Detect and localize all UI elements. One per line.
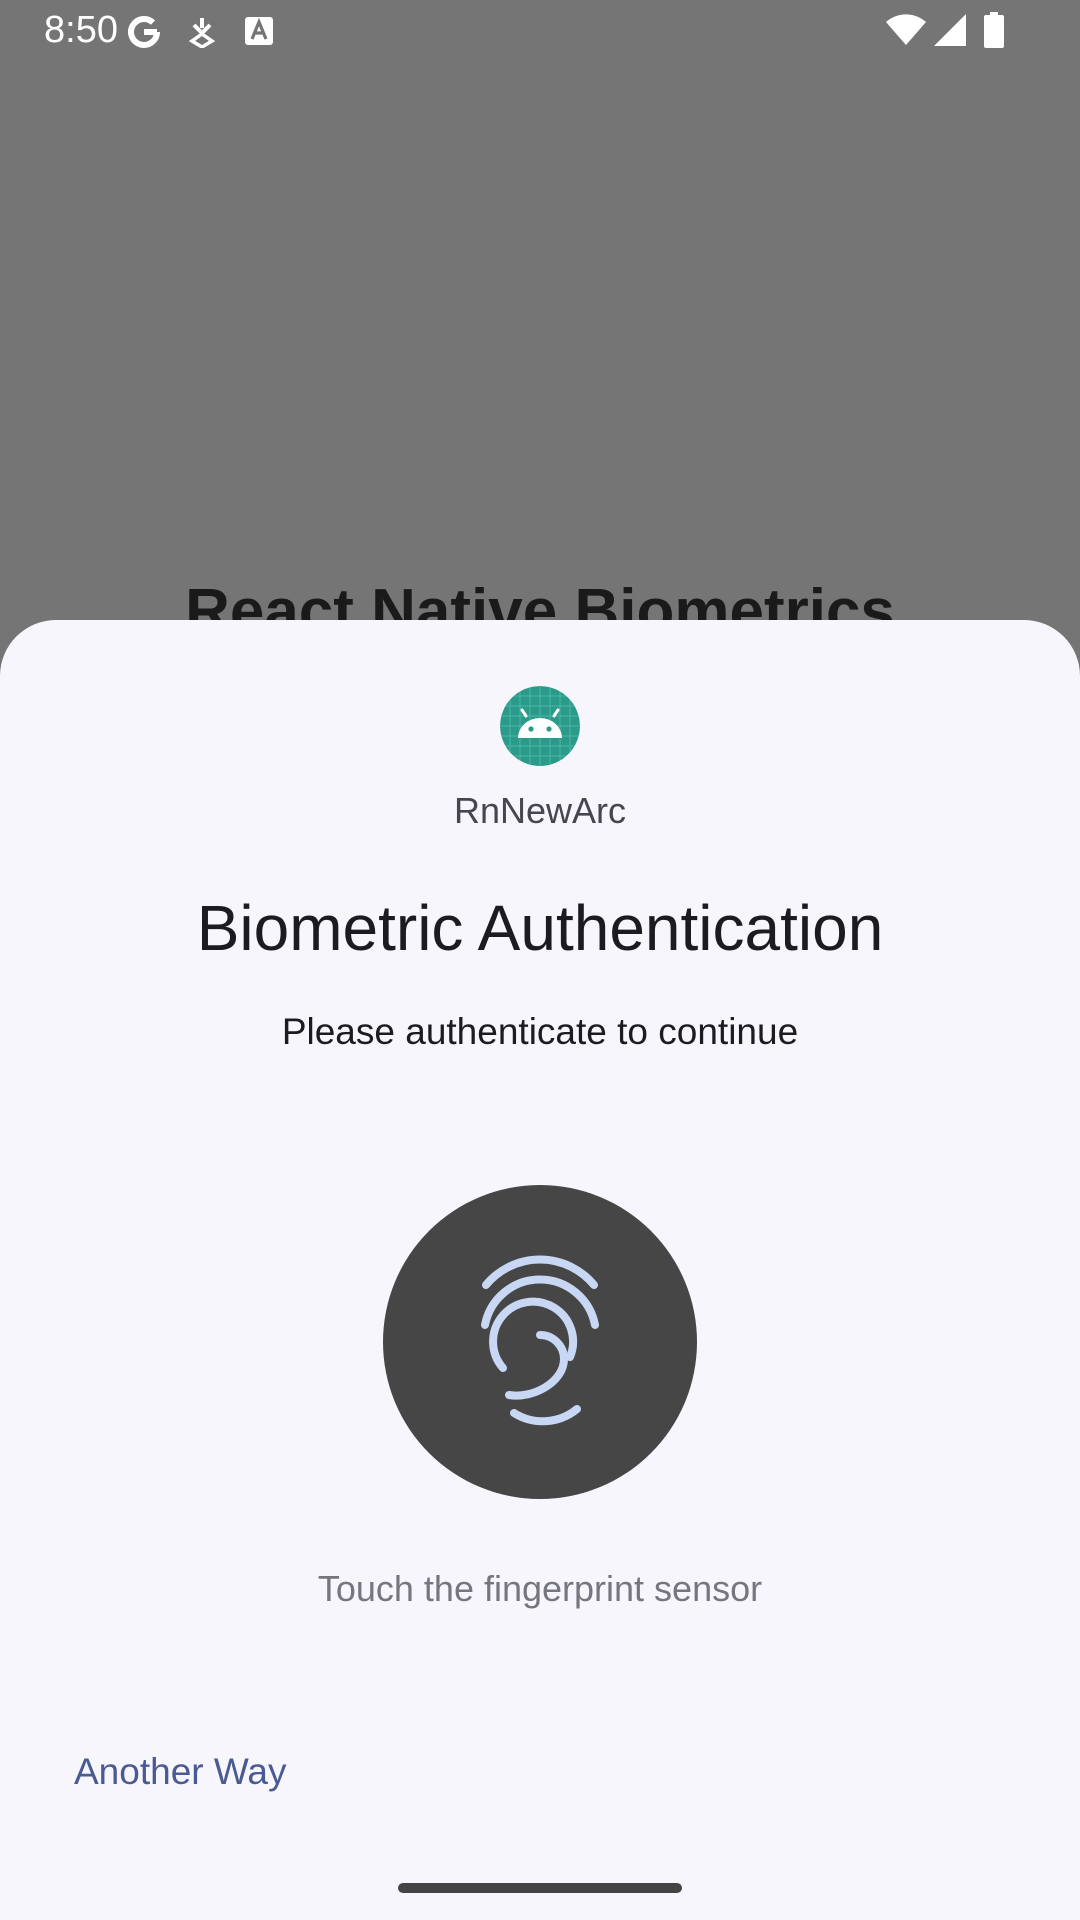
android-icon (500, 686, 580, 766)
cellular-signal-icon (934, 14, 966, 51)
dialog-title: Biometric Authentication (196, 892, 884, 964)
fingerprint-hint: Touch the fingerprint sensor (317, 1568, 763, 1609)
fingerprint-sensor-indicator (383, 1185, 697, 1499)
another-way-button[interactable]: Another Way (74, 1750, 287, 1794)
app-name: RnNewArc (453, 790, 627, 831)
wifi-icon (886, 14, 926, 51)
fingerprint-icon (481, 1255, 599, 1426)
google-icon (126, 14, 162, 55)
dialog-subtitle: Please authenticate to continue (281, 1011, 799, 1052)
font-icon (244, 16, 274, 51)
status-bar: 8:50 (0, 0, 1080, 64)
biometric-prompt-sheet: RnNewArc Biometric Authentication Please… (0, 620, 1080, 1920)
battery-icon (984, 12, 1004, 53)
status-time: 8:50 (44, 9, 118, 51)
download-icon (188, 16, 216, 53)
home-indicator[interactable] (398, 1883, 682, 1893)
